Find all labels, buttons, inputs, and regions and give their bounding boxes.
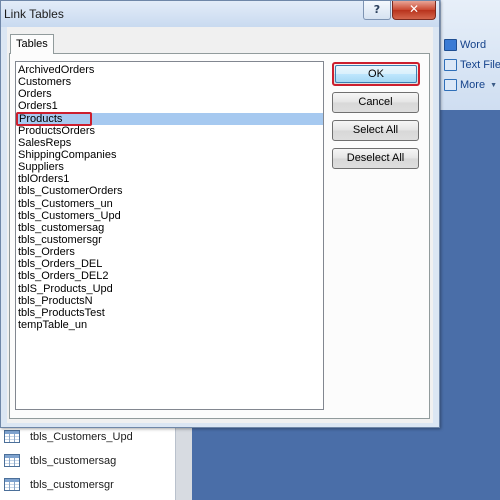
- table-list-item[interactable]: tbls_Customers_Upd: [16, 210, 323, 222]
- table-list-item-label: Orders1: [18, 100, 58, 113]
- table-icon: [4, 430, 20, 443]
- nav-pane-scrollbar[interactable]: [175, 428, 192, 500]
- nav-item-tbls-customers-upd[interactable]: tbls_Customers_Upd: [4, 430, 133, 443]
- table-list-item-label: tblS_Products_Upd: [18, 282, 113, 295]
- ok-button[interactable]: OK: [332, 62, 420, 86]
- table-list-item[interactable]: tbls_customersgr: [16, 234, 323, 246]
- table-list-item[interactable]: tbls_Customers_un: [16, 198, 323, 210]
- deselect-all-button[interactable]: Deselect All: [332, 148, 419, 169]
- table-list-item-label: tempTable_un: [18, 318, 88, 331]
- more-icon: [444, 79, 457, 91]
- table-list-item-label: tbls_ProductsTest: [18, 306, 105, 319]
- dialog-client-area: Tables ArchivedOrders Customers Orders Orde…: [7, 27, 433, 423]
- navigation-pane: tbls_Customers_Upd tbls_customersag tbls…: [0, 428, 175, 500]
- select-all-button[interactable]: Select All: [332, 120, 419, 141]
- table-list-item[interactable]: tbls_customersag: [16, 222, 323, 234]
- table-list-item[interactable]: tbls_CustomerOrders: [16, 185, 323, 197]
- help-button[interactable]: ?: [363, 1, 391, 20]
- table-list-item-label: tbls_Orders_DEL2: [18, 270, 109, 283]
- ribbon-export-group: [440, 0, 500, 110]
- export-word-button[interactable]: Word: [444, 39, 486, 51]
- table-list-item[interactable]: ArchivedOrders: [16, 64, 323, 76]
- table-list-item[interactable]: Products: [16, 111, 323, 126]
- export-word-label: Word: [460, 39, 487, 51]
- table-list-item[interactable]: SalesReps: [16, 137, 323, 149]
- tab-tables[interactable]: Tables: [10, 34, 54, 54]
- table-list-item-label: ShippingCompanies: [18, 148, 117, 161]
- more-button[interactable]: More ▼: [444, 79, 497, 91]
- link-tables-dialog: Link Tables ? ✕ Tables ArchivedOrders Cus…: [0, 0, 440, 428]
- workspace-background-bottom: [192, 428, 500, 500]
- table-list-item[interactable]: tbls_ProductsTest: [16, 307, 323, 319]
- cancel-button[interactable]: Cancel: [332, 92, 419, 113]
- table-list-item-label: tbls_customersag: [18, 221, 105, 234]
- nav-item-label: tbls_Customers_Upd: [30, 430, 133, 443]
- nav-item-tbls-customersgr[interactable]: tbls_customersgr: [4, 478, 114, 491]
- table-list-item-label: ProductsOrders: [18, 124, 96, 137]
- ok-button-label: OK: [335, 65, 417, 83]
- word-icon: [444, 39, 457, 51]
- nav-item-label: tbls_customersag: [30, 454, 117, 467]
- table-list-item[interactable]: tblOrders1: [16, 173, 323, 185]
- table-list-item[interactable]: tblS_Products_Upd: [16, 283, 323, 295]
- table-list-item[interactable]: tbls_Orders: [16, 246, 323, 258]
- table-list-item-label: Suppliers: [18, 161, 64, 174]
- table-list-item-label: tbls_CustomerOrders: [18, 185, 123, 198]
- text-file-icon: [444, 59, 457, 71]
- table-list-item[interactable]: Orders: [16, 88, 323, 100]
- close-button[interactable]: ✕: [392, 1, 436, 20]
- table-list-item-label: tbls_Orders: [18, 246, 75, 259]
- table-list-item[interactable]: tempTable_un: [16, 319, 323, 331]
- table-list-item-label: Products: [16, 111, 93, 126]
- nav-item-tbls-customersag[interactable]: tbls_customersag: [4, 454, 116, 467]
- table-list-item[interactable]: Orders1: [16, 100, 323, 112]
- table-list-item[interactable]: ShippingCompanies: [16, 149, 323, 161]
- tables-list: ArchivedOrders Customers Orders Orders1 Prod…: [16, 62, 323, 331]
- chevron-down-icon: ▼: [490, 81, 497, 89]
- nav-item-label: tbls_customersgr: [30, 478, 114, 491]
- table-list-item-label: tblOrders1: [18, 173, 70, 186]
- table-icon: [4, 454, 20, 467]
- dialog-titlebar[interactable]: Link Tables ? ✕: [1, 1, 439, 27]
- table-list-item[interactable]: tbls_Orders_DEL2: [16, 270, 323, 282]
- table-list-item-label: tbls_ProductsN: [18, 294, 93, 307]
- table-list-item[interactable]: Suppliers: [16, 161, 323, 173]
- table-list-item-label: Orders: [18, 88, 52, 101]
- table-list-item-label: ArchivedOrders: [18, 64, 95, 76]
- more-label: More: [460, 79, 486, 91]
- table-list-item[interactable]: tbls_ProductsN: [16, 295, 323, 307]
- export-text-file-label: Text File: [460, 59, 500, 71]
- table-list-item-label: tbls_customersgr: [18, 233, 102, 246]
- table-list-item[interactable]: tbls_Orders_DEL: [16, 258, 323, 270]
- tables-listbox[interactable]: ArchivedOrders Customers Orders Orders1 Prod…: [15, 61, 324, 410]
- table-list-item[interactable]: Customers: [16, 76, 323, 88]
- dialog-title: Link Tables: [4, 7, 64, 21]
- table-list-item-label: tbls_Orders_DEL: [18, 258, 103, 271]
- table-list-item[interactable]: ProductsOrders: [16, 125, 323, 137]
- table-icon: [4, 478, 20, 491]
- table-list-item-label: SalesReps: [18, 136, 72, 149]
- table-list-item-label: Customers: [18, 76, 72, 89]
- table-list-item-label: tbls_Customers_Upd: [18, 209, 121, 222]
- table-list-item-label: tbls_Customers_un: [18, 197, 113, 210]
- export-text-file-button[interactable]: Text File: [444, 59, 500, 71]
